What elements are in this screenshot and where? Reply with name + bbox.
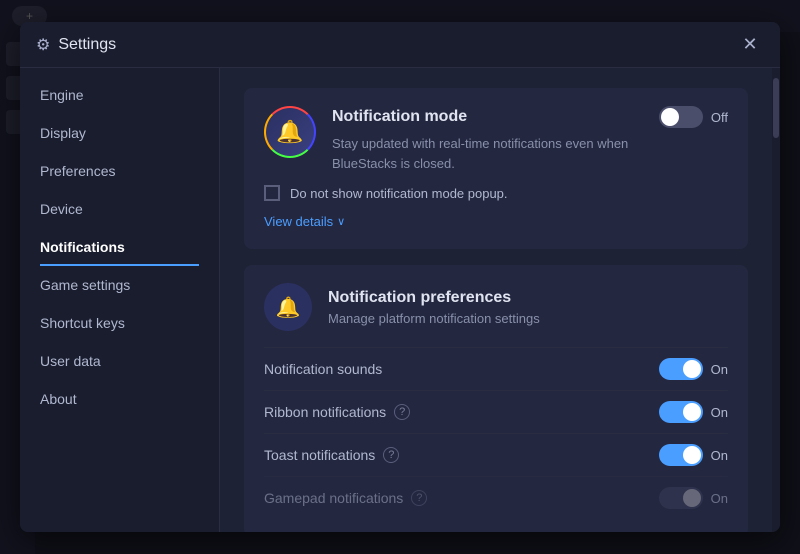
sidebar-item-notifications[interactable]: Notifications — [20, 228, 219, 266]
notification-mode-card: 🔔 Notification mode Off Stay updated wit… — [244, 88, 748, 249]
setting-row-toast-notifications: Toast notifications ? On — [264, 433, 728, 476]
notification-preferences-header: 🔔 Notification preferences Manage platfo… — [264, 283, 728, 331]
notification-sounds-toggle-label: On — [711, 362, 728, 377]
notification-sounds-label: Notification sounds — [264, 361, 382, 377]
ribbon-notifications-label: Ribbon notifications ? — [264, 404, 410, 420]
toast-notifications-info-icon[interactable]: ? — [383, 447, 399, 463]
ribbon-notifications-toggle[interactable] — [659, 401, 703, 423]
notification-preferences-text: Notification preferences Manage platform… — [328, 289, 540, 326]
sidebar-item-device[interactable]: Device — [20, 190, 219, 228]
close-button[interactable]: ✕ — [736, 31, 764, 59]
dialog-body: Engine Display Preferences Device Notifi… — [20, 68, 780, 532]
settings-dialog: ⚙ Settings ✕ Engine Display Preferences … — [20, 22, 780, 532]
notification-mode-title: Notification mode — [332, 108, 467, 126]
notification-preferences-title: Notification preferences — [328, 289, 540, 307]
chevron-down-icon: ∨ — [337, 215, 345, 228]
scrollbar-thumb — [773, 78, 779, 138]
gamepad-notifications-toggle — [659, 487, 703, 509]
notification-mode-description: Stay updated with real-time notification… — [332, 134, 728, 173]
modal-overlay: ⚙ Settings ✕ Engine Display Preferences … — [0, 0, 800, 554]
sidebar-item-game-settings[interactable]: Game settings — [20, 266, 219, 304]
notification-mode-title-row: Notification mode Off — [332, 106, 728, 128]
setting-row-notification-sounds: Notification sounds On — [264, 347, 728, 390]
gamepad-notifications-label: Gamepad notifications ? — [264, 490, 427, 506]
notification-sounds-right: On — [659, 358, 728, 380]
notification-mode-toggle[interactable] — [659, 106, 703, 128]
notification-preferences-desc: Manage platform notification settings — [328, 311, 540, 326]
dialog-title: Settings — [58, 36, 736, 54]
gamepad-notifications-info-icon[interactable]: ? — [411, 490, 427, 506]
dialog-titlebar: ⚙ Settings ✕ — [20, 22, 780, 68]
notification-sounds-toggle[interactable] — [659, 358, 703, 380]
notification-mode-toggle-label: Off — [711, 110, 728, 125]
no-popup-checkbox[interactable] — [264, 185, 280, 201]
notification-preferences-card: 🔔 Notification preferences Manage platfo… — [244, 265, 748, 532]
toast-notifications-toggle-label: On — [711, 448, 728, 463]
toast-notifications-right: On — [659, 444, 728, 466]
checkbox-label: Do not show notification mode popup. — [290, 186, 508, 201]
sidebar-item-about[interactable]: About — [20, 380, 219, 418]
toast-notifications-toggle[interactable] — [659, 444, 703, 466]
setting-row-ribbon-notifications: Ribbon notifications ? On — [264, 390, 728, 433]
view-details-text: View details — [264, 214, 333, 229]
dialog-scrollbar[interactable] — [772, 68, 780, 532]
sidebar-item-preferences[interactable]: Preferences — [20, 152, 219, 190]
notification-mode-toggle-row: Off — [659, 106, 728, 128]
sidebar-item-engine[interactable]: Engine — [20, 76, 219, 114]
notification-mode-header: 🔔 Notification mode Off Stay updated wit… — [264, 106, 728, 185]
ribbon-notifications-info-icon[interactable]: ? — [394, 404, 410, 420]
toast-notifications-label: Toast notifications ? — [264, 447, 399, 463]
notification-bell-icon: 🔔 — [264, 106, 316, 158]
gear-icon: ⚙ — [36, 35, 50, 55]
view-details-link[interactable]: View details ∨ — [264, 214, 345, 229]
notification-mode-content: Notification mode Off Stay updated with … — [332, 106, 728, 185]
notification-preferences-icon: 🔔 — [264, 283, 312, 331]
ribbon-notifications-right: On — [659, 401, 728, 423]
sidebar-item-shortcut-keys[interactable]: Shortcut keys — [20, 304, 219, 342]
ribbon-notifications-toggle-label: On — [711, 405, 728, 420]
setting-row-gamepad-notifications: Gamepad notifications ? On — [264, 476, 728, 519]
sidebar-item-display[interactable]: Display — [20, 114, 219, 152]
gamepad-notifications-toggle-label: On — [711, 491, 728, 506]
main-content: 🔔 Notification mode Off Stay updated wit… — [220, 68, 772, 532]
sidebar-item-user-data[interactable]: User data — [20, 342, 219, 380]
settings-sidebar: Engine Display Preferences Device Notifi… — [20, 68, 220, 532]
gamepad-notifications-right: On — [659, 487, 728, 509]
checkbox-row: Do not show notification mode popup. — [264, 185, 728, 201]
